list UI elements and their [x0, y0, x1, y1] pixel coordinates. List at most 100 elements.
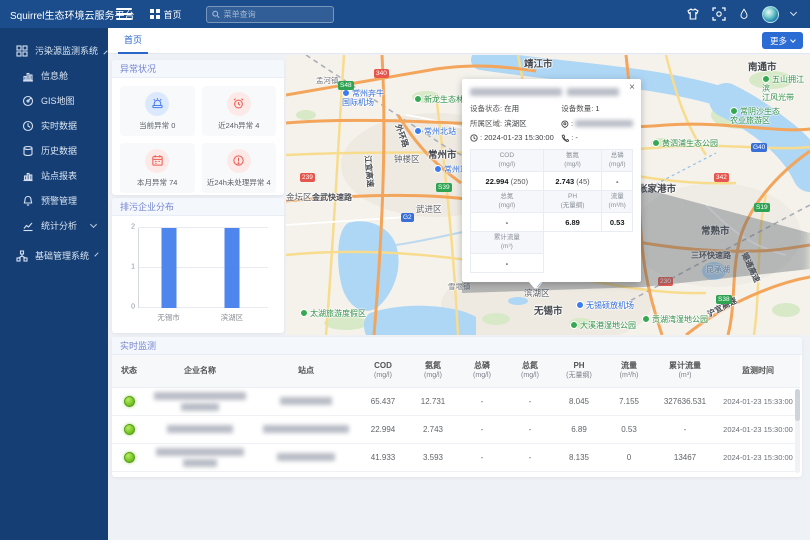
- cell: 22.994: [358, 415, 408, 443]
- anomaly-card-3[interactable]: 近24h未处理异常 4: [202, 143, 277, 193]
- sidebar-item-8[interactable]: 基础管理系统: [0, 243, 108, 268]
- station-info-popup: × 设备状态:在用设备数量:1所属区域:滨湖区::2024-01-23 15:3…: [462, 79, 641, 282]
- map-label: 常州市: [428, 151, 457, 162]
- anomaly-card-label: 当前异常 0: [139, 120, 175, 131]
- table-scrollbar[interactable]: [795, 389, 800, 473]
- road-shield: 342: [714, 173, 729, 182]
- cell: -: [458, 387, 506, 415]
- sidebar-item-label: 实时数据: [41, 119, 77, 132]
- cell: -: [458, 415, 506, 443]
- realtime-monitor-panel: 实时监测 状态企业名称站点COD(mg/l)氨氮(mg/l)总磷(mg/l)总氮…: [112, 337, 802, 477]
- column-header-监测时间: 监测时间: [716, 355, 800, 387]
- metric-value-氨氮: 2.743 (45): [543, 172, 602, 191]
- cell: 13467: [654, 443, 716, 471]
- caret-down-icon[interactable]: [790, 9, 797, 16]
- app-window: Squirrel生态环境云服务平台 首页 污染源监测系统信息舱 GIS地图实时数据…: [0, 0, 810, 540]
- sidebar-item-label: 统计分析: [41, 219, 77, 232]
- distribution-panel: 排污企业分布 012无锡市滨湖区: [112, 198, 284, 333]
- stats-analysis-icon: [22, 220, 34, 232]
- sidebar-item-7[interactable]: 统计分析: [0, 213, 108, 238]
- metric-value-总氮: -: [471, 213, 544, 232]
- status-dot-online: [124, 452, 135, 463]
- popup-close-icon[interactable]: ×: [629, 82, 635, 93]
- map-label: 太湖旅游度假区: [300, 309, 366, 318]
- sidebar-item-5[interactable]: 站点报表: [0, 163, 108, 188]
- theme-skin-icon[interactable]: [686, 7, 700, 21]
- flame-icon[interactable]: [738, 7, 750, 21]
- poi-icon: [652, 139, 660, 147]
- company-name-redacted: [146, 443, 254, 471]
- poi-icon: [576, 301, 584, 309]
- poi-icon: [342, 89, 350, 97]
- status-dot-online: [124, 396, 135, 407]
- station-name-redacted: [254, 443, 358, 471]
- chevron-up-icon: [103, 50, 107, 54]
- road-shield: S38: [716, 295, 732, 304]
- column-header-企业名称: 企业名称: [146, 355, 254, 387]
- sidebar-item-6[interactable]: 预警管理: [0, 188, 108, 213]
- company-name-redacted: [146, 415, 254, 443]
- sidebar-item-label: 站点报表: [41, 169, 77, 182]
- anomaly-card-0[interactable]: 当前异常 0: [120, 86, 195, 136]
- poi-icon: [730, 107, 738, 115]
- info-hub-icon: [22, 70, 34, 82]
- poi-icon: [300, 309, 308, 317]
- map-label: 无锡市: [534, 307, 563, 318]
- anomaly-card-1[interactable]: 近24h异常 4: [202, 86, 277, 136]
- metric-header-流量: 流量(m³/h): [602, 191, 633, 213]
- sidebar: 污染源监测系统信息舱 GIS地图实时数据历史数据站点报表预警管理统计分析基础管理系…: [0, 28, 108, 540]
- alarm-icon: [227, 92, 251, 116]
- sidebar-item-4[interactable]: 历史数据: [0, 138, 108, 163]
- table-row[interactable]: 65.43712.731--8.0457.155327636.5312024-0…: [112, 387, 800, 415]
- cell: 8.045: [554, 387, 604, 415]
- menu-search[interactable]: [206, 6, 334, 23]
- station-name-redacted: [254, 415, 358, 443]
- popup-title-redacted: [470, 88, 633, 96]
- cell: 327636.531: [654, 387, 716, 415]
- distribution-bar-chart: 012无锡市滨湖区: [120, 222, 276, 326]
- anomaly-card-2[interactable]: 本月异常 74: [120, 143, 195, 193]
- cell: 2024-01-23 15:33:00: [716, 387, 800, 415]
- column-header-总磷: 总磷(mg/l): [458, 355, 506, 387]
- sidebar-item-3[interactable]: 实时数据: [0, 113, 108, 138]
- sidebar-item-0[interactable]: 污染源监测系统: [0, 38, 108, 63]
- column-header-总氮: 总氮(mg/l): [506, 355, 554, 387]
- cell: 2024-01-23 15:30:00: [716, 443, 800, 471]
- more-button[interactable]: 更多: [762, 32, 803, 49]
- breadcrumb[interactable]: 首页: [150, 8, 182, 21]
- sidebar-item-label: GIS地图: [41, 94, 75, 107]
- tab-home[interactable]: 首页: [118, 28, 148, 54]
- poi-icon: [762, 75, 770, 83]
- sidebar-item-2[interactable]: GIS地图: [0, 88, 108, 113]
- column-header-累计流量: 累计流量(m³): [654, 355, 716, 387]
- grid-icon: [150, 9, 160, 19]
- user-avatar[interactable]: [762, 6, 779, 23]
- cell: 6.89: [554, 415, 604, 443]
- cell: -: [458, 443, 506, 471]
- caret-down-icon: [790, 37, 796, 43]
- anomaly-card-label: 近24h未处理异常 4: [207, 177, 271, 188]
- cell: -: [506, 415, 554, 443]
- anomaly-card-label: 近24h异常 4: [218, 120, 259, 131]
- sidebar-item-label: 预警管理: [41, 194, 77, 207]
- table-row[interactable]: 41.9333.593--8.1350134672024-01-23 15:30…: [112, 443, 800, 471]
- gis-map[interactable]: 靖江市南通市常州市无锡市常熟市张家港市钟楼区武进区金坛区滨湖区孟河镇洛阳镇雪堰镇…: [286, 55, 810, 335]
- search-input[interactable]: [224, 10, 328, 19]
- sidebar-item-1[interactable]: 信息舱: [0, 63, 108, 88]
- gis-map-icon: [22, 95, 34, 107]
- y-axis-tick: 1: [131, 264, 135, 271]
- column-header-流量: 流量(m³/h): [604, 355, 654, 387]
- phone-icon: [561, 134, 569, 142]
- column-header-PH: PH(无量纲): [554, 355, 604, 387]
- y-axis-tick: 0: [131, 304, 135, 311]
- anomaly-panel: 异常状况 当前异常 0近24h异常 4本月异常 74近24h未处理异常 4: [112, 60, 284, 195]
- top-bar: Squirrel生态环境云服务平台 首页: [0, 0, 810, 28]
- table-row[interactable]: 22.9942.743--6.890.53-2024-01-23 15:30:0…: [112, 415, 800, 443]
- bar-无锡市: [161, 228, 176, 308]
- hamburger-menu-icon[interactable]: [116, 8, 132, 20]
- screenshot-icon[interactable]: [712, 7, 726, 21]
- chevron-down-icon: [90, 221, 97, 228]
- x-axis-label: 无锡市: [157, 312, 180, 323]
- metric-header-氨氮: 氨氮(mg/l): [543, 150, 602, 172]
- popup-info-field-5: :-: [561, 133, 633, 142]
